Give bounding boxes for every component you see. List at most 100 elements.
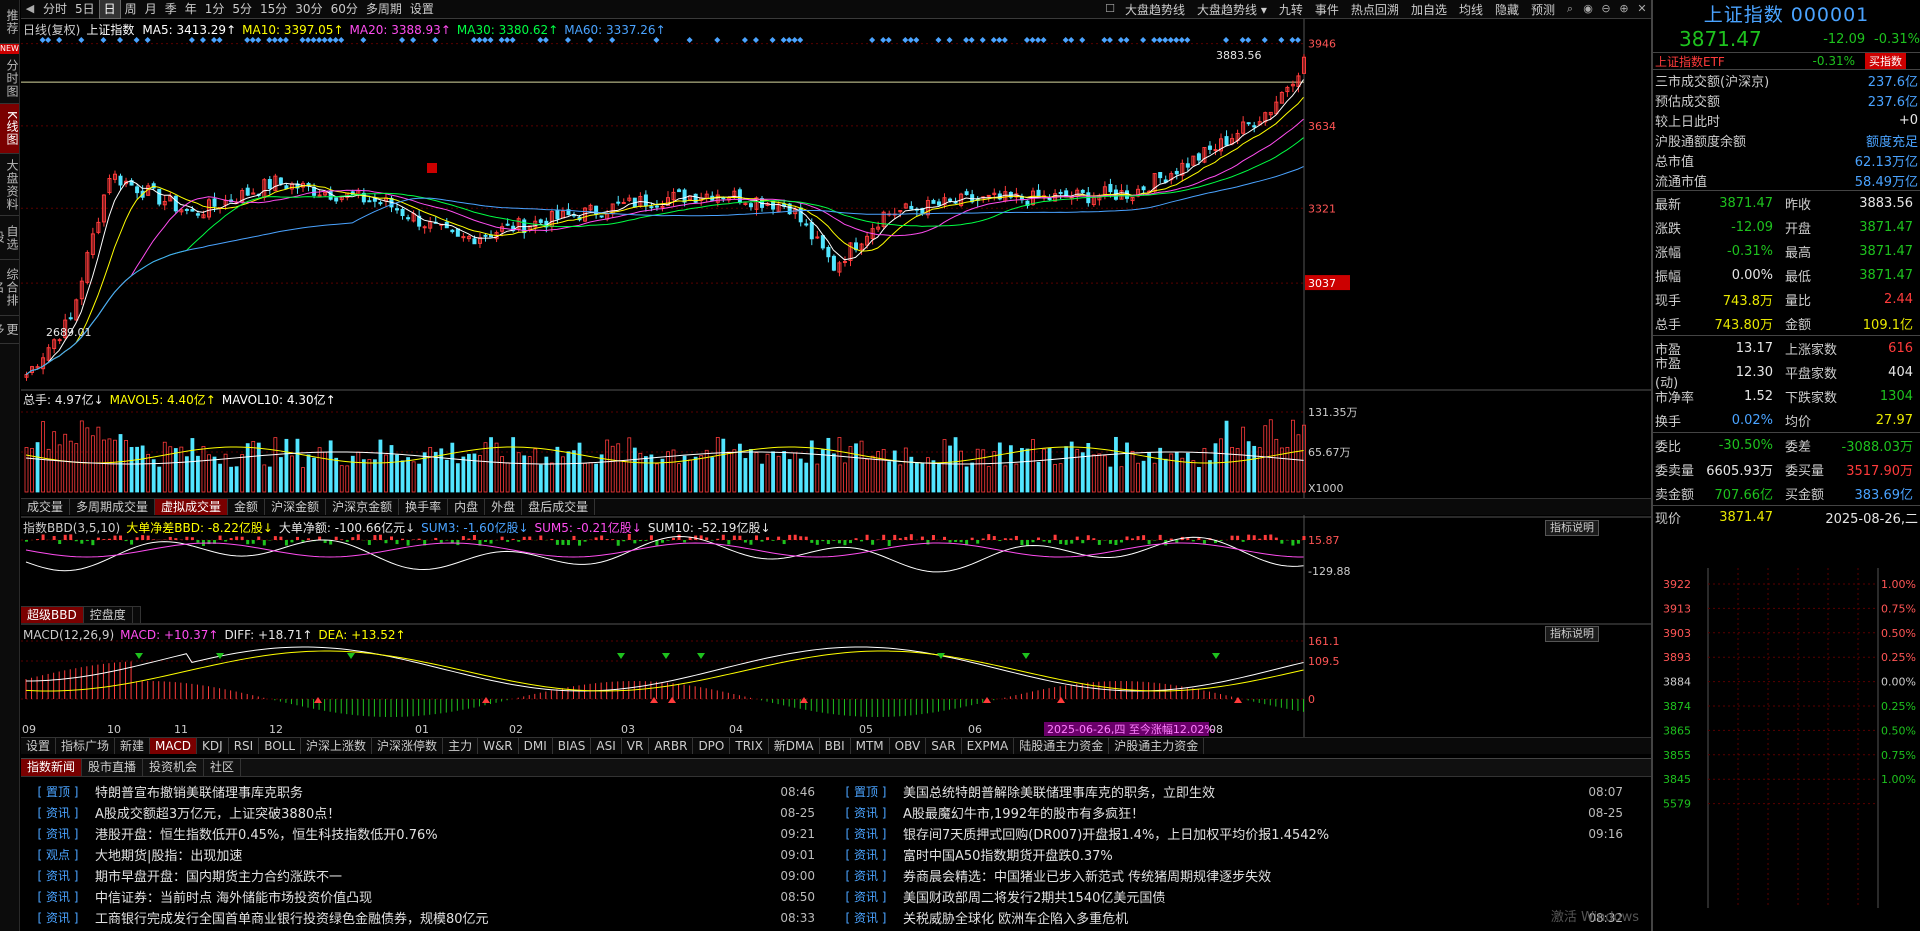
indicator-tab-2[interactable]: 新建 xyxy=(115,738,151,754)
indicator-tab-9[interactable]: 主力 xyxy=(443,738,479,754)
indicator-tab-20[interactable]: MTM xyxy=(851,738,890,754)
indicator-tab-5[interactable]: RSI xyxy=(229,738,260,754)
volume-bar xyxy=(1025,448,1030,493)
indicator-tab-3[interactable]: MACD xyxy=(150,738,198,754)
volume-tab-0[interactable]: 成交量 xyxy=(21,499,71,515)
volume-tab-4[interactable]: 沪深金额 xyxy=(265,499,327,515)
news-title[interactable]: 富时中国A50指数期货开盘跌0.37% xyxy=(903,845,1579,864)
left-tab-4[interactable]: 自选股 xyxy=(0,216,19,260)
news-item[interactable]: [ 资讯 ] 工商银行完成发行全国首单商业银行投资绿色金融债券，规模80亿元 08:… xyxy=(21,907,821,928)
volume-tab-3[interactable]: 金额 xyxy=(228,499,266,515)
left-tab-5[interactable]: 综合排名 xyxy=(0,260,19,316)
etf-row[interactable]: 上证指数ETF -0.31% 买指数 xyxy=(1653,52,1920,70)
bbd-bar xyxy=(1241,540,1245,542)
bbd-tab-1[interactable]: 控盘度 xyxy=(84,607,133,623)
news-item[interactable]: [ 资讯 ] 银存间7天质押式回购(DR007)开盘报1.4%，上日加权平均价报1… xyxy=(829,823,1629,844)
indicator-tab-8[interactable]: 沪深涨停数 xyxy=(372,738,444,754)
news-item[interactable]: [ 资讯 ] 中信证券：当前时点 海外储能市场投资价值凸现 08:50 xyxy=(21,886,821,907)
left-tab-0[interactable]: 推荐 xyxy=(0,0,19,44)
news-item[interactable]: [ 资讯 ] A股成交额超3万亿元，上证突破3880点！ 08-25 xyxy=(21,802,821,823)
indicator-tab-6[interactable]: BOLL xyxy=(259,738,302,754)
field-value: 6605.93万 xyxy=(1706,463,1773,479)
news-tab-1[interactable]: 股市直播 xyxy=(82,759,144,776)
indicator-tab-21[interactable]: OBV xyxy=(890,738,927,754)
volume-tab-5[interactable]: 沪深京金额 xyxy=(326,499,400,515)
news-title[interactable]: 券商晨会精选：中国猪业已步入新范式 传统猪周期规律逐步失效 xyxy=(903,866,1579,885)
indicator-tab-13[interactable]: ASI xyxy=(591,738,622,754)
candle-body xyxy=(378,202,383,205)
etf-name[interactable]: 上证指数ETF xyxy=(1655,53,1805,70)
market-info: 三市成交额(沪深京) 237.6亿 预估成交额 237.6亿 较上日此时 +0 沪股通额度余… xyxy=(1653,70,1920,190)
indicator-tab-16[interactable]: DPO xyxy=(693,738,731,754)
signal-diamond xyxy=(537,37,544,43)
indicator-tab-1[interactable]: 指标广场 xyxy=(56,738,116,754)
indicator-tab-17[interactable]: TRIX xyxy=(730,738,769,754)
news-title[interactable]: 银存间7天质押式回购(DR007)开盘报1.4%，上日加权平均价报1.4542% xyxy=(903,824,1579,843)
volume-tab-9[interactable]: 盘后成交量 xyxy=(522,499,596,515)
news-item[interactable]: [ 置顶 ] 特朗普宣布撤销美联储理事库克职务 08:46 xyxy=(21,781,821,802)
indicator-tab-12[interactable]: BIAS xyxy=(553,738,592,754)
volume-bar xyxy=(306,454,311,493)
indicator-tab-15[interactable]: ARBR xyxy=(649,738,694,754)
volume-tab-6[interactable]: 换手率 xyxy=(399,499,449,515)
indicator-tab-14[interactable]: VR xyxy=(622,738,650,754)
indicator-tab-24[interactable]: 陆股通主力资金 xyxy=(1014,738,1110,754)
news-title[interactable]: 关税威胁全球化 欧洲车企陷入多重危机 xyxy=(903,908,1579,927)
indicator-tab-11[interactable]: DMI xyxy=(519,738,553,754)
news-item[interactable]: [ 资讯 ] 券商晨会精选：中国猪业已步入新范式 传统猪周期规律逐步失效 xyxy=(829,865,1629,886)
volume-tab-7[interactable]: 内盘 xyxy=(448,499,486,515)
volume-tab-1[interactable]: 多周期成交量 xyxy=(70,499,156,515)
bbd-bar xyxy=(284,540,288,546)
indicator-tab-10[interactable]: W&R xyxy=(478,738,519,754)
indicator-tab-0[interactable]: 设置 xyxy=(21,738,57,754)
info-row: 流通市值 58.49万亿 xyxy=(1653,170,1920,190)
volume-bar xyxy=(1091,454,1096,493)
indicator-tab-23[interactable]: EXPMA xyxy=(962,738,1015,754)
news-title[interactable]: 特朗普宣布撤销美联储理事库克职务 xyxy=(95,782,771,801)
news-title[interactable]: A股最魔幻牛市,1992年的股市有多疯狂！ xyxy=(903,803,1579,822)
signal-diamond xyxy=(482,37,489,43)
news-title[interactable]: 港股开盘：恒生指数低开0.45%，恒生科技指数低开0.76% xyxy=(95,824,771,843)
news-title[interactable]: 大地期货|股指：出现加速 xyxy=(95,845,771,864)
news-title[interactable]: 美国总统特朗普解除美联储理事库克的职务，立即生效 xyxy=(903,782,1579,801)
news-tab-0[interactable]: 指数新闻 xyxy=(21,759,83,776)
left-tab-6[interactable]: 更多 xyxy=(0,316,19,344)
bbd-tab-0[interactable]: 超级BBD xyxy=(21,607,84,623)
news-item[interactable]: [ 置顶 ] 美国总统特朗普解除美联储理事库克的职务，立即生效 08:07 xyxy=(829,781,1629,802)
volume-bar xyxy=(1158,447,1163,493)
volume-bar xyxy=(682,455,687,493)
indicator-tab-18[interactable]: 新DMA xyxy=(769,738,820,754)
news-tab-3[interactable]: 社区 xyxy=(204,759,242,776)
volume-tab-2[interactable]: 虚拟成交量 xyxy=(155,499,229,515)
left-tab-2[interactable]: K线图 xyxy=(0,104,19,154)
news-title[interactable]: 工商银行完成发行全国首单商业银行投资绿色金融债券，规模80亿元 xyxy=(95,908,771,927)
news-watermark: 激活 Windows xyxy=(1550,910,1639,925)
news-title[interactable]: 美国财政部周二将发行2期共1540亿美元国债 xyxy=(903,887,1579,906)
news-tab-2[interactable]: 投资机会 xyxy=(143,759,205,776)
macd-help-button[interactable]: 指标说明 xyxy=(1545,626,1599,642)
intraday-mini-chart[interactable]: 3922 1.00% 3913 0.75% 3903 0.50% 3893 0.25% 3884… xyxy=(1653,568,1920,908)
news-item[interactable]: [ 资讯 ] 期市早盘开盘：国内期货主力合约涨跌不一 09:00 xyxy=(21,865,821,886)
news-item[interactable]: [ 观点 ] 大地期货|股指：出现加速 09:01 xyxy=(21,844,821,865)
news-item[interactable]: [ 资讯 ] A股最魔幻牛市,1992年的股市有多疯狂！ 08-25 xyxy=(829,802,1629,823)
news-title[interactable]: 中信证券：当前时点 海外储能市场投资价值凸现 xyxy=(95,887,771,906)
indicator-tab-7[interactable]: 沪深上涨数 xyxy=(301,738,373,754)
indicator-tab-22[interactable]: SAR xyxy=(926,738,962,754)
news-item[interactable]: [ 资讯 ] 关税威胁全球化 欧洲车企陷入多重危机 08:32 xyxy=(829,907,1629,928)
candlestick-chart[interactable]: 3946 3634 3321 3883.56 2689.01 131.35万 65.67万 X… xyxy=(21,0,1651,737)
news-title[interactable]: A股成交额超3万亿元，上证突破3880点！ xyxy=(95,803,771,822)
volume-tab-8[interactable]: 外盘 xyxy=(485,499,523,515)
news-item[interactable]: [ 资讯 ] 富时中国A50指数期货开盘跌0.37% xyxy=(829,844,1629,865)
quote-row: 委比 -30.50% 委差 -3088.03万 xyxy=(1653,433,1920,457)
buy-index-button[interactable]: 买指数 xyxy=(1865,53,1906,69)
news-item[interactable]: [ 资讯 ] 港股开盘：恒生指数低开0.45%，恒生科技指数低开0.76% 09:2… xyxy=(21,823,821,844)
indicator-tab-4[interactable]: KDJ xyxy=(197,738,229,754)
news-title[interactable]: 期市早盘开盘：国内期货主力合约涨跌不一 xyxy=(95,866,771,885)
left-tab-3[interactable]: 大盘资料 xyxy=(0,154,19,216)
left-tab-1[interactable]: 分时图 xyxy=(0,54,19,104)
news-item[interactable]: [ 资讯 ] 美国财政部周二将发行2期共1540亿美元国债 xyxy=(829,886,1629,907)
signal-diamond xyxy=(968,37,975,43)
indicator-tab-25[interactable]: 沪股通主力资金 xyxy=(1109,738,1205,754)
indicator-tab-19[interactable]: BBI xyxy=(820,738,851,754)
bbd-help-button[interactable]: 指标说明 xyxy=(1545,520,1599,536)
